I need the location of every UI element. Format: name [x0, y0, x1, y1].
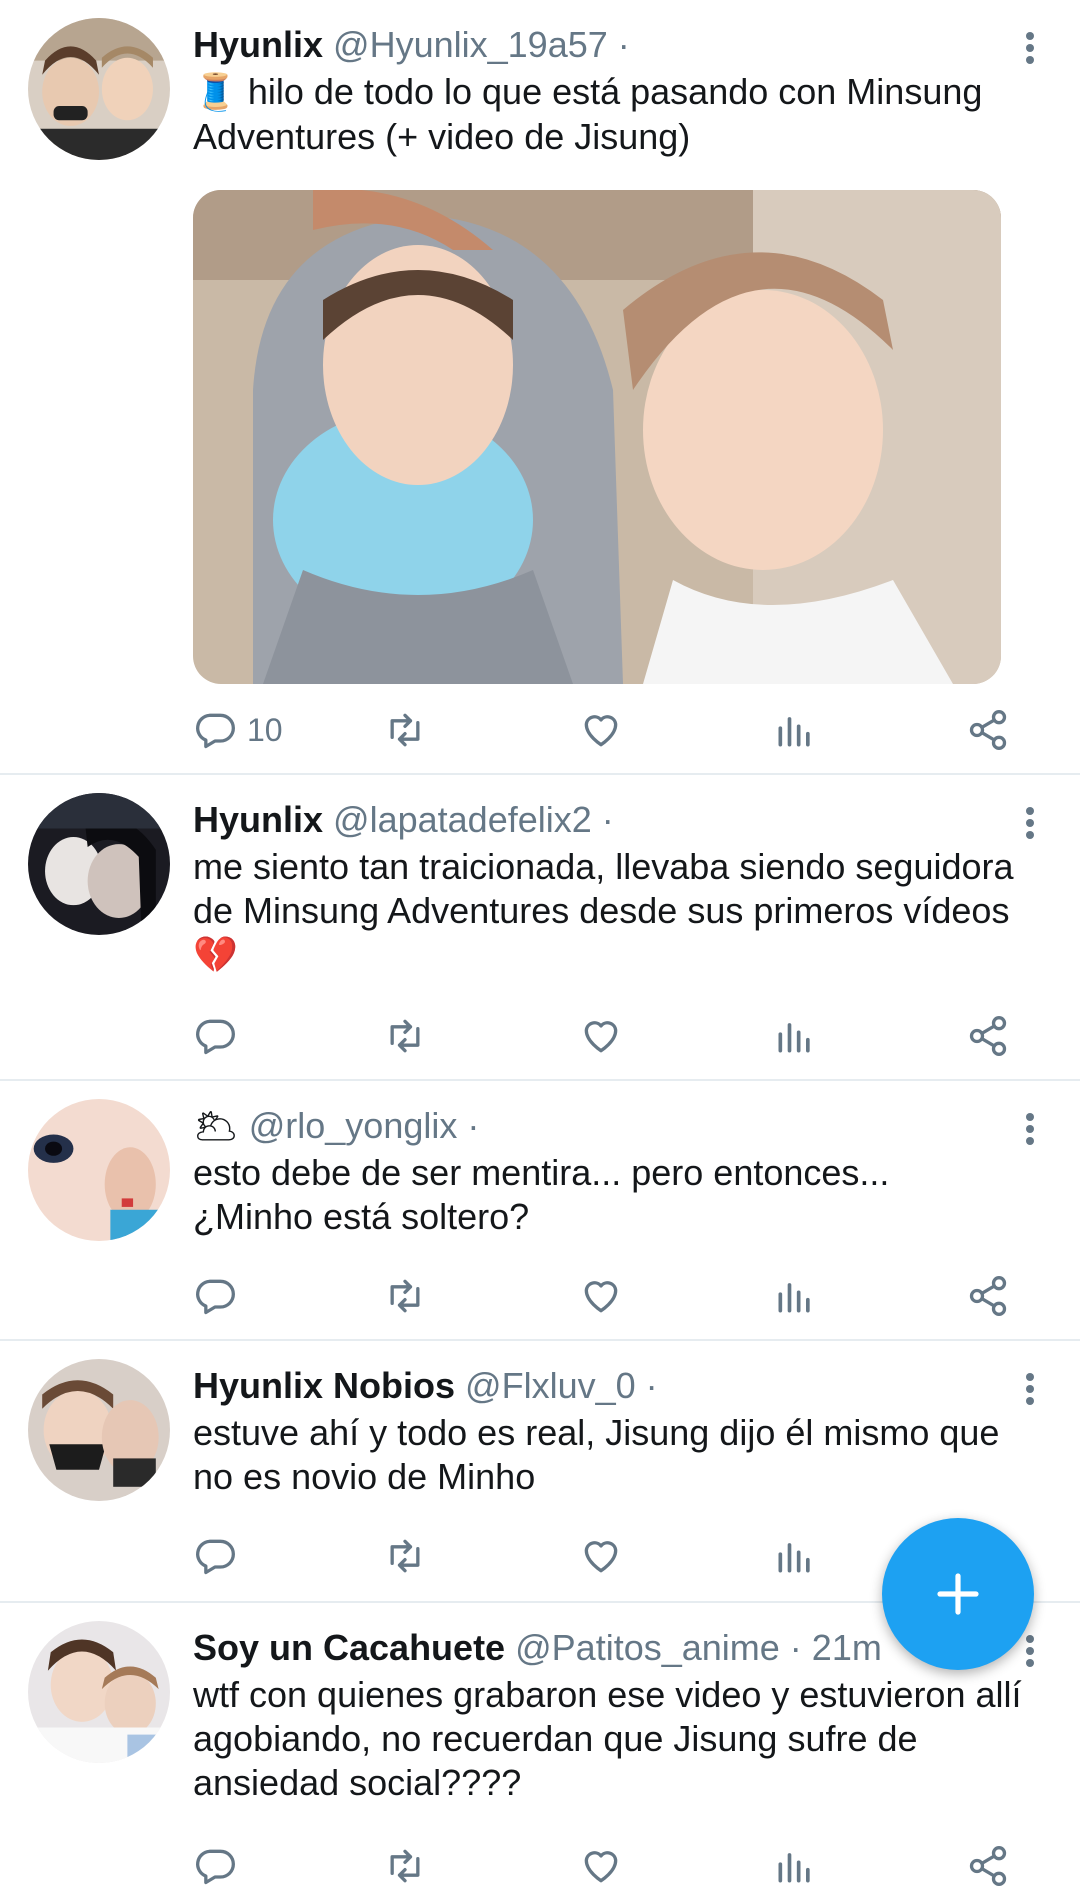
analytics-icon — [778, 717, 810, 747]
reply-icon — [196, 713, 235, 749]
like-button[interactable] — [579, 1531, 623, 1581]
avatar[interactable] — [28, 18, 170, 160]
like-button[interactable] — [579, 1011, 623, 1061]
tweet-image[interactable] — [193, 190, 1001, 684]
thread-emoji: 🧵 — [193, 72, 238, 113]
reply-button[interactable] — [193, 1011, 247, 1061]
heart-icon — [584, 1021, 618, 1053]
tweet-text-block: estuve ahí y todo es real, Jisung dijo é… — [193, 1411, 1040, 1499]
tweet-actions — [193, 1011, 1040, 1061]
avatar[interactable] — [28, 1359, 170, 1501]
retweet-icon — [390, 1539, 420, 1573]
tweet-header: Hyunlix @lapatadefelix2 · — [193, 795, 1040, 845]
tweet-text-block: wtf con quienes grabaron ese video y est… — [193, 1673, 1040, 1805]
analytics-button[interactable] — [773, 1841, 817, 1891]
tweet-text-block: 🧵 hilo de todo lo que está pasando con M… — [193, 70, 1040, 159]
tweet-text: wtf con quienes grabaron ese video y est… — [193, 1674, 1022, 1803]
user-handle[interactable]: @Hyunlix_19a57 · — [333, 24, 630, 65]
heart-icon — [584, 715, 618, 747]
heart-icon — [584, 1541, 618, 1573]
share-button[interactable] — [966, 705, 1010, 755]
tweet-header: 🌥 @rlo_yonglix · — [193, 1101, 1040, 1151]
avatar[interactable] — [28, 1621, 170, 1763]
like-button[interactable] — [579, 705, 623, 755]
retweet-button[interactable] — [383, 1841, 427, 1891]
display-name[interactable]: Hyunlix Nobios — [193, 1365, 455, 1406]
analytics-icon — [778, 1023, 810, 1053]
tweet-text-block: me siento tan traicionada, llevaba siend… — [193, 845, 1040, 978]
tweet-text: ¿Minho está soltero? — [193, 1196, 530, 1237]
share-icon — [969, 1276, 1007, 1316]
tweet-actions — [193, 1841, 1040, 1891]
retweet-button[interactable] — [383, 1531, 427, 1581]
user-handle[interactable]: @Patitos_anime · — [515, 1627, 802, 1668]
more-vertical-icon[interactable] — [1022, 28, 1038, 68]
retweet-button[interactable] — [383, 1011, 427, 1061]
avatar[interactable] — [28, 1099, 170, 1241]
timestamp[interactable]: 21m — [812, 1627, 882, 1668]
reply-icon — [196, 1279, 235, 1315]
tweet-header: Hyunlix @Hyunlix_19a57 · — [193, 20, 1040, 70]
reply-icon — [196, 1849, 235, 1885]
tweet-text: hilo de todo lo que está pasando con Min… — [193, 71, 983, 157]
heart-icon — [584, 1281, 618, 1313]
tweet-text: esto debe de ser mentira... pero entonce… — [193, 1152, 890, 1193]
display-name[interactable]: Hyunlix — [193, 799, 323, 840]
cloud-sun-emoji: 🌥 — [193, 1106, 239, 1147]
tweet[interactable]: Hyunlix @lapatadefelix2 · me siento tan … — [0, 775, 1080, 1081]
reply-button[interactable] — [193, 1531, 237, 1581]
retweet-button[interactable] — [383, 705, 427, 755]
heart-icon — [584, 1851, 618, 1883]
analytics-button[interactable] — [773, 1531, 817, 1581]
retweet-icon — [390, 1849, 420, 1883]
tweet-text: me siento tan traicionada, llevaba siend… — [193, 846, 1014, 931]
share-button[interactable] — [966, 1271, 1010, 1321]
reply-button[interactable] — [193, 1271, 237, 1321]
user-handle[interactable]: @lapatadefelix2 · — [333, 799, 614, 840]
analytics-icon — [778, 1283, 810, 1313]
avatar[interactable] — [28, 793, 170, 935]
share-button[interactable] — [966, 1841, 1010, 1891]
tweet[interactable]: 🌥 @rlo_yonglix · esto debe de ser mentir… — [0, 1081, 1080, 1341]
display-name[interactable]: Hyunlix — [193, 24, 323, 65]
like-button[interactable] — [579, 1271, 623, 1321]
retweet-icon — [390, 1019, 420, 1053]
analytics-button[interactable] — [773, 1011, 817, 1061]
tweet-text: estuve ahí y todo es real, Jisung dijo é… — [193, 1412, 1000, 1497]
user-handle[interactable]: @Flxluv_0 · — [465, 1365, 658, 1406]
analytics-icon — [778, 1853, 810, 1883]
user-handle[interactable]: @rlo_yonglix · — [249, 1105, 480, 1146]
share-icon — [969, 1016, 1007, 1056]
broken-heart-emoji: 💔 — [193, 935, 238, 976]
share-button[interactable] — [966, 1011, 1010, 1061]
tweet-actions: 10 — [193, 705, 1040, 755]
analytics-button[interactable] — [773, 705, 817, 755]
analytics-button[interactable] — [773, 1271, 817, 1321]
retweet-icon — [390, 1279, 420, 1313]
reply-icon — [196, 1539, 235, 1575]
tweet[interactable]: Hyunlix @Hyunlix_19a57 · 🧵 hilo de todo … — [0, 0, 1080, 775]
more-vertical-icon[interactable] — [1022, 1109, 1038, 1149]
reply-icon — [196, 1019, 235, 1055]
more-vertical-icon[interactable] — [1022, 1369, 1038, 1409]
retweet-icon — [390, 713, 420, 747]
tweet-header: Hyunlix Nobios @Flxluv_0 · — [193, 1361, 1040, 1411]
plus-icon — [937, 1573, 979, 1615]
compose-button[interactable] — [882, 1518, 1034, 1670]
share-icon — [969, 710, 1007, 750]
display-name[interactable]: Soy un Cacahuete — [193, 1627, 505, 1668]
retweet-button[interactable] — [383, 1271, 427, 1321]
tweet-actions — [193, 1271, 1040, 1321]
share-icon — [969, 1846, 1007, 1886]
like-button[interactable] — [579, 1841, 623, 1891]
analytics-icon — [778, 1543, 810, 1573]
tweet-text-block: esto debe de ser mentira... pero entonce… — [193, 1151, 1040, 1239]
reply-button[interactable] — [193, 1841, 237, 1891]
reply-count: 10 — [247, 711, 283, 748]
reply-button[interactable]: 10 — [193, 705, 283, 755]
more-vertical-icon[interactable] — [1022, 803, 1038, 843]
more-vertical-icon[interactable] — [1022, 1631, 1038, 1671]
